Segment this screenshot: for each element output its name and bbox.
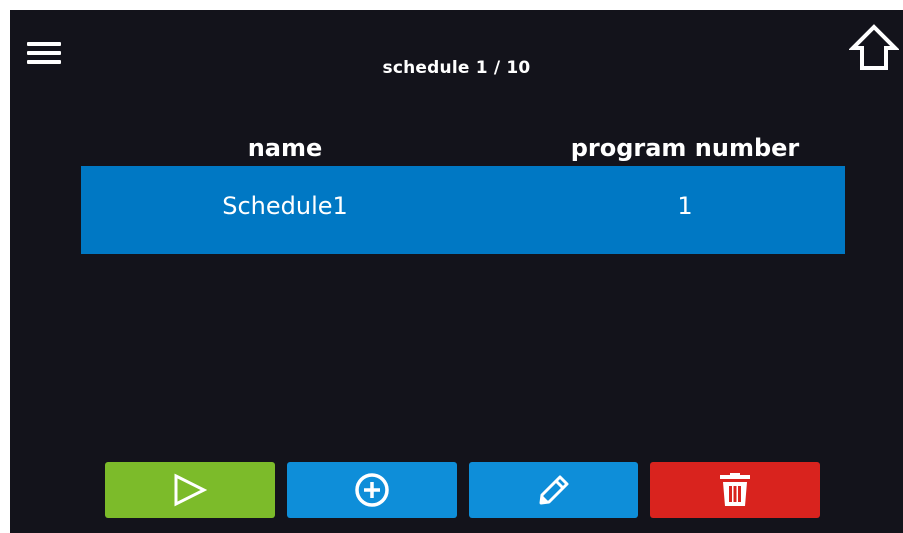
edit-button[interactable]	[469, 462, 638, 518]
page-title: schedule 1 / 10	[382, 58, 531, 78]
play-icon	[174, 473, 207, 507]
plus-circle-icon	[355, 473, 389, 507]
trash-icon	[720, 473, 750, 506]
touch-screen: schedule 1 / 10 name program number Sche…	[10, 10, 903, 533]
table-row[interactable]: Schedule1 1	[81, 166, 845, 254]
home-button[interactable]	[848, 22, 900, 72]
home-icon	[848, 24, 900, 70]
add-button[interactable]	[287, 462, 457, 518]
row-program-number-cell: 1	[677, 192, 693, 220]
delete-button[interactable]	[650, 462, 820, 518]
hamburger-line	[27, 51, 61, 55]
row-name-cell: Schedule1	[222, 192, 348, 220]
hamburger-menu-icon	[27, 42, 61, 46]
column-header-name: name	[247, 134, 323, 162]
column-header-program-number: program number	[570, 134, 800, 162]
pencil-icon	[539, 475, 568, 505]
run-button[interactable]	[105, 462, 275, 518]
